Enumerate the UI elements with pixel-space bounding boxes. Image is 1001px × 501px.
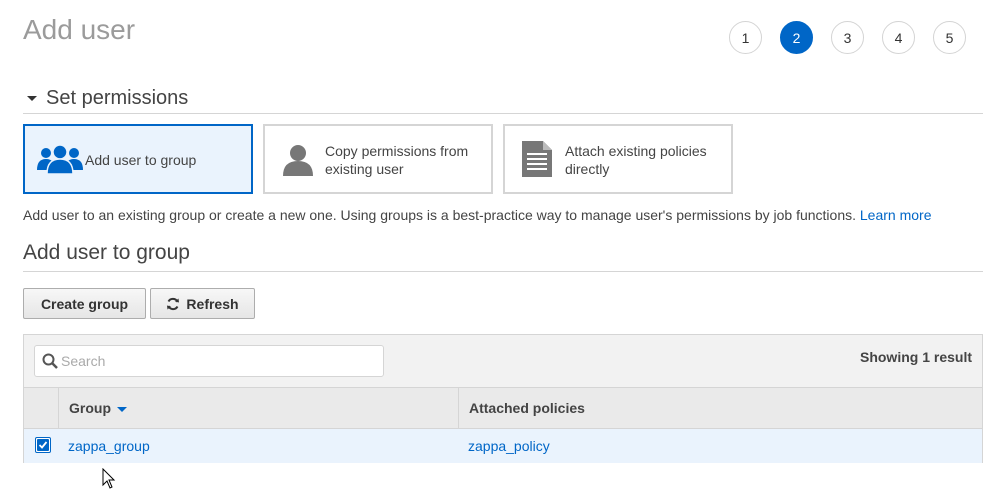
permissions-description: Add user to an existing group or create … [23, 207, 931, 223]
search-icon [42, 353, 58, 374]
result-count: Showing 1 result [859, 349, 972, 365]
users-group-icon [37, 144, 83, 179]
refresh-icon [167, 297, 180, 310]
option-label: Add user to group [85, 152, 197, 168]
step-5[interactable]: 5 [933, 21, 966, 54]
section-title: Add user to group [23, 241, 190, 264]
step-1[interactable]: 1 [729, 21, 762, 54]
add-user-to-group-header: Add user to group [23, 241, 983, 272]
refresh-button[interactable]: Refresh [150, 288, 255, 319]
column-header-attached-policies[interactable]: Attached policies [469, 400, 585, 416]
policy-link[interactable]: zappa_policy [468, 438, 550, 454]
sort-desc-icon [117, 406, 127, 412]
learn-more-link[interactable]: Learn more [860, 207, 932, 223]
search-input[interactable] [61, 346, 371, 376]
checkmark-icon [37, 439, 49, 451]
section-title: Set permissions [46, 87, 189, 109]
option-label: Copy permissions from existing user [325, 143, 469, 177]
column-divider [58, 388, 59, 428]
table-row[interactable]: zappa_group zappa_policy [24, 429, 982, 463]
page-title: Add user [23, 14, 136, 45]
option-copy-permissions[interactable]: Copy permissions from existing user [263, 124, 493, 194]
step-2[interactable]: 2 [780, 21, 813, 54]
create-group-button[interactable]: Create group [23, 288, 146, 319]
document-icon [522, 141, 552, 182]
step-3[interactable]: 3 [831, 21, 864, 54]
description-text: Add user to an existing group or create … [23, 207, 856, 223]
column-header-group[interactable]: Group [69, 400, 127, 416]
option-label: Attach existing policies directly [565, 143, 707, 177]
column-label: Group [69, 400, 111, 416]
wizard-steps: 1 2 3 4 5 [729, 21, 966, 54]
user-icon [282, 144, 314, 181]
permission-options: Add user to group Copy permissions from … [23, 124, 733, 194]
option-add-user-to-group[interactable]: Add user to group [23, 124, 253, 194]
column-divider [458, 388, 459, 428]
refresh-label: Refresh [186, 295, 239, 312]
table-header: Group Attached policies [24, 387, 982, 429]
set-permissions-header[interactable]: Set permissions [23, 84, 983, 114]
step-4[interactable]: 4 [882, 21, 915, 54]
groups-table: Showing 1 result Group Attached policies… [23, 334, 983, 463]
search-box[interactable] [34, 345, 384, 377]
group-name-link[interactable]: zappa_group [68, 438, 150, 454]
table-toolbar: Showing 1 result [24, 335, 982, 387]
mouse-pointer-icon [102, 467, 116, 495]
row-checkbox[interactable] [35, 437, 51, 453]
caret-down-icon [27, 96, 37, 101]
option-attach-policies[interactable]: Attach existing policies directly [503, 124, 733, 194]
